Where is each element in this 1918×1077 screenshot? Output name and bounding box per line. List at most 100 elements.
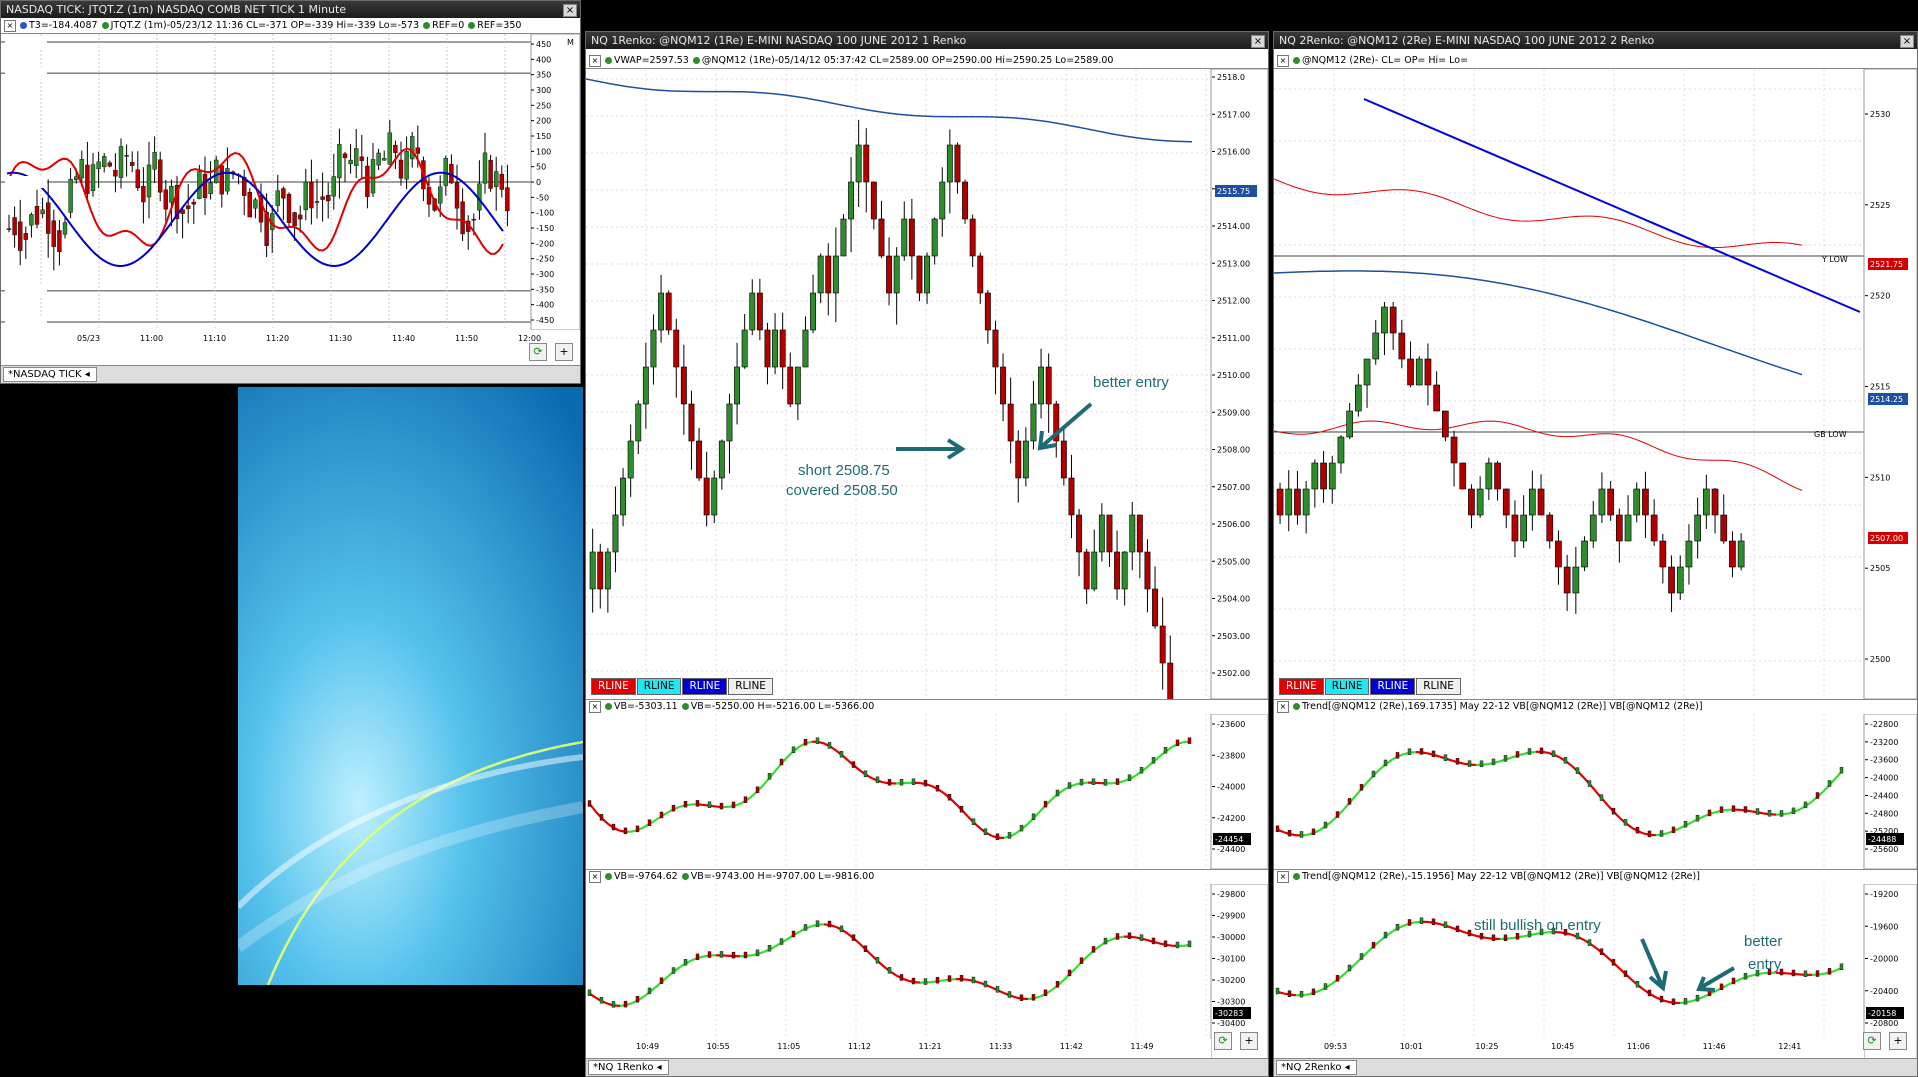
y-tick-label: -24000 bbox=[1870, 774, 1898, 783]
legend-close-icon[interactable]: × bbox=[1277, 55, 1289, 67]
tick-candle bbox=[191, 201, 197, 205]
mini-bar bbox=[1431, 918, 1436, 925]
y-tick-label: 2503.00 bbox=[1217, 632, 1250, 641]
legend-close-icon[interactable]: × bbox=[589, 701, 601, 713]
mini-bar bbox=[875, 776, 880, 784]
value-tag: -30283 bbox=[1215, 1009, 1243, 1018]
mini-bar bbox=[851, 934, 856, 941]
refresh-icon[interactable]: ⟳ bbox=[1863, 1032, 1881, 1050]
y-tick-label: -23600 bbox=[1870, 756, 1898, 765]
legend-trend-a: Trend[@NQM12 (2Re),169.1735] May 22-12 V… bbox=[1302, 701, 1703, 712]
renko1-price-chart[interactable]: short 2508.75 covered 2508.50 better entry… bbox=[586, 69, 1268, 699]
series-dot-icon bbox=[692, 57, 700, 64]
x-tick-label: 11:33 bbox=[989, 1042, 1012, 1051]
renko-up-bar bbox=[1038, 366, 1045, 405]
tick-window-close-button[interactable]: × bbox=[563, 4, 577, 17]
tick-candle bbox=[157, 159, 163, 193]
legend-close-icon[interactable]: × bbox=[589, 871, 601, 883]
annotation-still-bullish: still bullish on entry bbox=[1474, 917, 1601, 934]
tick-chart[interactable]: 450 400 350 300 250 200 150 100 50 0 -50 -100 -150 -2… bbox=[1, 34, 580, 346]
mini-bar bbox=[1599, 794, 1604, 801]
y-tick-label: 2510.00 bbox=[1217, 371, 1250, 380]
renko-up-bar bbox=[1302, 488, 1310, 516]
renko1-titlebar[interactable]: NQ 1Renko: @NQM12 (1Re) E-MINI NASDAQ 10… bbox=[586, 32, 1268, 49]
x-axis-bg bbox=[586, 1039, 1211, 1059]
mini-bar bbox=[1091, 946, 1096, 953]
renko2-legend: × @NQM12 (2Re)- CL= OP= Hi= Lo= bbox=[1274, 54, 1917, 69]
renko2-close-button[interactable]: × bbox=[1900, 35, 1914, 48]
mini-bar bbox=[1479, 760, 1484, 768]
nasdaq-tick-window: NASDAQ TICK: JTQT.Z (1m) NASDAQ COMB NET… bbox=[0, 0, 581, 384]
mini-bar bbox=[1467, 760, 1472, 767]
tick-candle bbox=[387, 132, 392, 165]
renko-up-bar bbox=[620, 477, 627, 516]
tick-candle bbox=[314, 201, 320, 203]
add-icon[interactable]: + bbox=[1240, 1032, 1258, 1050]
tab-nq-2renko[interactable]: *NQ 2Renko ◂ bbox=[1276, 1060, 1357, 1075]
renko2-price-chart[interactable]: Y LOW GB LOW 2530 2525 2520 2515 2510 2505 2500 2… bbox=[1274, 69, 1917, 699]
tick-candle bbox=[46, 202, 51, 234]
legend-close-icon[interactable]: × bbox=[4, 20, 16, 32]
mini-bar bbox=[779, 938, 784, 945]
y-tick-label: 2520 bbox=[1870, 292, 1890, 301]
mini-bar bbox=[623, 1000, 628, 1008]
tab-nq-1renko[interactable]: *NQ 1Renko ◂ bbox=[588, 1060, 669, 1075]
renko-up-bar bbox=[1633, 488, 1641, 516]
tick-candle bbox=[62, 222, 68, 235]
legend-ref0: REF=0 bbox=[432, 20, 465, 31]
renko2-titlebar[interactable]: NQ 2Renko: @NQM12 (2Re) E-MINI NASDAQ 10… bbox=[1274, 32, 1917, 49]
y-tick-label: -400 bbox=[536, 301, 554, 310]
annotation-better-entry: better entry bbox=[1093, 374, 1169, 391]
mini-bar bbox=[1299, 831, 1304, 838]
renko1-pane3-legend: × VB=-9764.62 VB=-9743.00 H=-9707.00 L=-9… bbox=[586, 869, 1268, 885]
rline-cyan-button[interactable]: RLINE bbox=[1324, 678, 1370, 695]
mini-bar bbox=[1335, 975, 1340, 982]
nq-2renko-window: NQ 2Renko: @NQM12 (2Re) E-MINI NASDAQ 10… bbox=[1273, 31, 1918, 1077]
renko2-title: NQ 2Renko: @NQM12 (2Re) E-MINI NASDAQ 10… bbox=[1279, 34, 1655, 47]
rline-red-button[interactable]: RLINE bbox=[591, 678, 636, 695]
renko1-close-button[interactable]: × bbox=[1251, 35, 1265, 48]
renko2-trend-pane-1[interactable]: -22800-23200-23600-24000-24400-24800-252… bbox=[1274, 714, 1917, 869]
rline-red-button[interactable]: RLINE bbox=[1279, 678, 1324, 695]
add-icon[interactable]: + bbox=[555, 343, 573, 361]
renko1-volume-pane-1[interactable]: -23600 -23800 -24000 -24200 -24400-24454 bbox=[586, 714, 1268, 869]
refresh-icon[interactable]: ⟳ bbox=[529, 343, 547, 361]
renko1-volume-pane-2[interactable]: -29800 -29900 -30000 -30100 -30200 -30300 -304… bbox=[586, 884, 1268, 1059]
tab-nasdaq-tick[interactable]: *NASDAQ TICK ◂ bbox=[3, 367, 97, 382]
y-tick-label: 2525 bbox=[1870, 201, 1890, 210]
renko-down-bar bbox=[962, 181, 969, 220]
y-tick-label: 200 bbox=[536, 117, 551, 126]
refresh-icon[interactable]: ⟳ bbox=[1214, 1032, 1232, 1050]
legend-close-icon[interactable]: × bbox=[589, 55, 601, 67]
mini-bar bbox=[1187, 737, 1192, 744]
renko-down-bar bbox=[764, 329, 771, 368]
y-tick-label: -30200 bbox=[1217, 976, 1245, 985]
renko-down-bar bbox=[1320, 462, 1327, 490]
legend-close-icon[interactable]: × bbox=[1277, 701, 1289, 713]
renko-up-bar bbox=[1098, 514, 1105, 553]
tick-window-titlebar[interactable]: NASDAQ TICK: JTQT.Z (1m) NASDAQ COMB NET… bbox=[1, 1, 580, 18]
mini-bar bbox=[1791, 807, 1796, 815]
rline-white-button[interactable]: RLINE bbox=[1416, 678, 1461, 695]
renko-up-bar bbox=[1476, 488, 1484, 516]
tick-candle bbox=[292, 212, 297, 227]
tick-candle bbox=[202, 173, 208, 198]
legend-vb-d: VB=-9743.00 H=-9707.00 L=-9816.00 bbox=[690, 871, 875, 882]
renko-down-bar bbox=[1563, 566, 1571, 594]
tick-candle bbox=[488, 159, 493, 189]
renko2-trend-pane-2[interactable]: -19200 -19600 -20000 -20400 -20800-20158 09:5… bbox=[1274, 884, 1917, 1059]
rline-blue-button[interactable]: RLINE bbox=[682, 678, 728, 695]
renko-up-bar bbox=[1624, 514, 1632, 542]
legend-close-icon[interactable]: × bbox=[1277, 871, 1289, 883]
rline-white-button[interactable]: RLINE bbox=[728, 678, 773, 695]
plot-bg bbox=[1274, 714, 1864, 869]
add-icon[interactable]: + bbox=[1889, 1032, 1907, 1050]
rline-cyan-button[interactable]: RLINE bbox=[636, 678, 682, 695]
tick-candle bbox=[113, 169, 118, 177]
y-tick-label: -24800 bbox=[1870, 809, 1898, 818]
tick-candle bbox=[51, 220, 56, 247]
mini-bar bbox=[599, 997, 604, 1004]
mini-bar bbox=[1755, 808, 1760, 815]
mini-bar bbox=[1707, 809, 1712, 817]
rline-blue-button[interactable]: RLINE bbox=[1370, 678, 1416, 695]
